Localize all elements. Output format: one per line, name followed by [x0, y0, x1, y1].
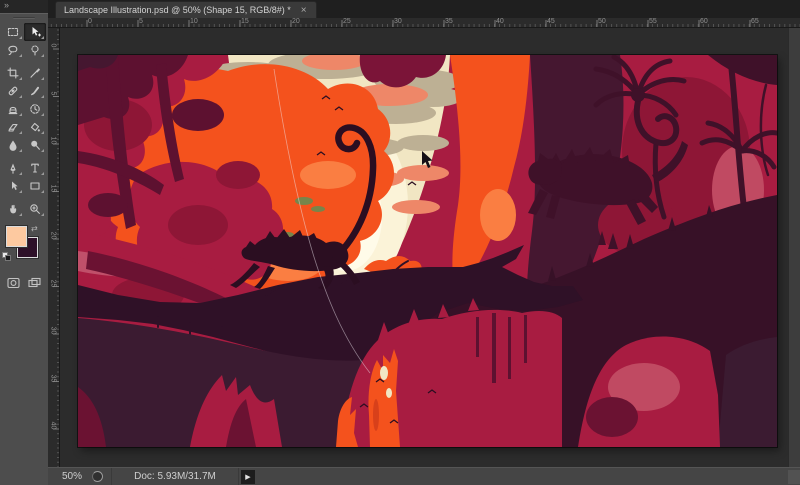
screen-mode-icon[interactable] [28, 276, 41, 294]
vertical-ruler[interactable]: 0 5 10 15 20 25 30 35 40 [48, 28, 60, 467]
quick-selection-tool-icon [31, 45, 39, 56]
photoshop-window: » ⇄ Landscape Illustration.psd @ 50% (Sh… [0, 0, 800, 485]
swap-colors-icon[interactable]: ⇄ [31, 224, 38, 233]
lasso-tool-icon [8, 45, 18, 56]
h-ruler-label: 65 [751, 18, 759, 25]
h-ruler-label: 55 [649, 18, 657, 25]
rectangular-marquee-tool[interactable] [2, 23, 24, 41]
tab-close-icon[interactable]: × [301, 5, 307, 15]
move-tool[interactable] [24, 23, 46, 41]
pasteboard[interactable] [60, 28, 788, 467]
type-tool[interactable] [24, 159, 46, 177]
zoom-level-field[interactable]: 50% [48, 471, 92, 482]
h-ruler-label: 60 [700, 18, 708, 25]
v-ruler-label: 30 [49, 326, 57, 335]
rectangle-tool-icon [30, 182, 40, 190]
v-ruler-label: 10 [49, 136, 57, 145]
status-bar: 50% Doc: 5.93M/31.7M ▶ [48, 467, 800, 485]
hand-tool-icon [10, 204, 17, 214]
clone-stamp-tool-icon [8, 106, 18, 115]
toolbox-bottom-icons [0, 276, 48, 294]
h-ruler-label: 50 [598, 18, 606, 25]
move-tool-icon [32, 27, 41, 37]
h-ruler-label: 5 [139, 18, 143, 25]
tool-grid [0, 23, 48, 218]
h-ruler-label: 25 [343, 18, 351, 25]
pen-tool-icon [10, 163, 16, 174]
history-brush-tool[interactable] [24, 100, 46, 118]
brush-tool[interactable] [24, 82, 46, 100]
status-icon [92, 471, 103, 482]
color-swatches: ⇄ [2, 224, 42, 266]
doc-size-info: Doc: 5.93M/31.7M [111, 468, 239, 485]
v-ruler-label: 25 [49, 279, 57, 287]
v-ruler-label: 35 [49, 374, 57, 382]
v-ruler-label: 5 [49, 91, 57, 95]
h-ruler-label: 40 [496, 18, 504, 25]
h-ruler-label: 10 [190, 18, 198, 25]
eraser-tool[interactable] [2, 118, 24, 136]
spot-healing-brush-tool-icon [8, 86, 18, 96]
default-colors-icon[interactable] [2, 252, 11, 261]
h-ruler-label: 20 [292, 18, 300, 25]
crop-tool-icon [7, 67, 19, 79]
h-ruler-label: 35 [445, 18, 453, 25]
vertical-scrollbar[interactable] [788, 28, 800, 467]
eyedropper-tool-icon [30, 68, 41, 78]
toolbox-column: » ⇄ [0, 0, 48, 485]
scrollbar-corner[interactable] [788, 469, 800, 484]
landscape-illustration [78, 55, 777, 447]
path-selection-tool-icon [12, 181, 18, 190]
toolbox-panel: ⇄ [0, 13, 48, 485]
horizontal-ruler[interactable]: 0 5 10 15 20 25 30 35 40 45 50 55 60 65 [48, 18, 800, 28]
brush-tool-icon [31, 86, 40, 96]
v-ruler-label: 15 [49, 184, 57, 192]
paint-bucket-tool-icon [30, 122, 40, 132]
foreground-color-swatch[interactable] [6, 226, 27, 247]
h-ruler-label: 45 [547, 18, 555, 25]
paint-bucket-tool[interactable] [24, 118, 46, 136]
quick-selection-tool[interactable] [24, 41, 46, 59]
pen-tool[interactable] [2, 159, 24, 177]
h-ruler-label: 15 [241, 18, 249, 25]
blur-tool-icon [9, 140, 17, 151]
document-tab[interactable]: Landscape Illustration.psd @ 50% (Shape … [55, 1, 317, 18]
spot-healing-brush-tool[interactable] [2, 82, 24, 100]
rectangle-tool[interactable] [24, 177, 46, 195]
eraser-tool-icon [8, 124, 18, 132]
h-ruler-label: 0 [88, 18, 92, 25]
zoom-tool-icon [30, 204, 40, 214]
path-selection-tool[interactable] [2, 177, 24, 195]
history-brush-tool-icon [30, 104, 40, 114]
dodge-tool[interactable] [24, 136, 46, 154]
document-area: Landscape Illustration.psd @ 50% (Shape … [48, 0, 800, 485]
h-ruler-label: 30 [394, 18, 402, 25]
v-ruler-label: 20 [49, 231, 57, 240]
crop-tool[interactable] [2, 64, 24, 82]
eyedropper-tool[interactable] [24, 64, 46, 82]
quick-mask-icon[interactable] [7, 276, 20, 294]
type-tool-icon [31, 163, 39, 173]
hand-tool[interactable] [2, 200, 24, 218]
tab-bar: Landscape Illustration.psd @ 50% (Shape … [48, 0, 800, 18]
v-ruler-label: 40 [49, 421, 57, 430]
blur-tool[interactable] [2, 136, 24, 154]
rectangular-marquee-tool-icon [7, 27, 19, 37]
document-canvas[interactable] [78, 55, 777, 447]
collapse-panel-button[interactable]: » [0, 0, 48, 13]
document-tab-title: Landscape Illustration.psd @ 50% (Shape … [64, 5, 291, 15]
clone-stamp-tool[interactable] [2, 100, 24, 118]
v-ruler-label: 0 [49, 43, 57, 48]
status-flyout-button[interactable]: ▶ [241, 469, 255, 484]
toolbox-grip[interactable] [13, 17, 35, 19]
dodge-tool-icon [31, 140, 40, 150]
zoom-tool[interactable] [24, 200, 46, 218]
lasso-tool[interactable] [2, 41, 24, 59]
